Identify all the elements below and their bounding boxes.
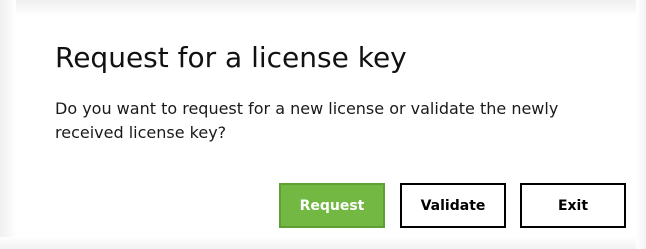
window-shadow-left — [0, 0, 16, 249]
exit-button[interactable]: Exit — [520, 183, 626, 228]
window-shadow-bottom — [0, 237, 646, 249]
dialog-title: Request for a license key — [55, 41, 407, 74]
window-shadow-top — [0, 0, 646, 16]
license-dialog: Request for a license key Do you want to… — [17, 17, 636, 237]
dialog-message: Do you want to request for a new license… — [55, 99, 559, 142]
window-shadow-right — [636, 0, 646, 249]
request-button[interactable]: Request — [279, 183, 385, 228]
page: Request for a license key Do you want to… — [0, 0, 646, 249]
validate-button[interactable]: Validate — [400, 183, 506, 228]
